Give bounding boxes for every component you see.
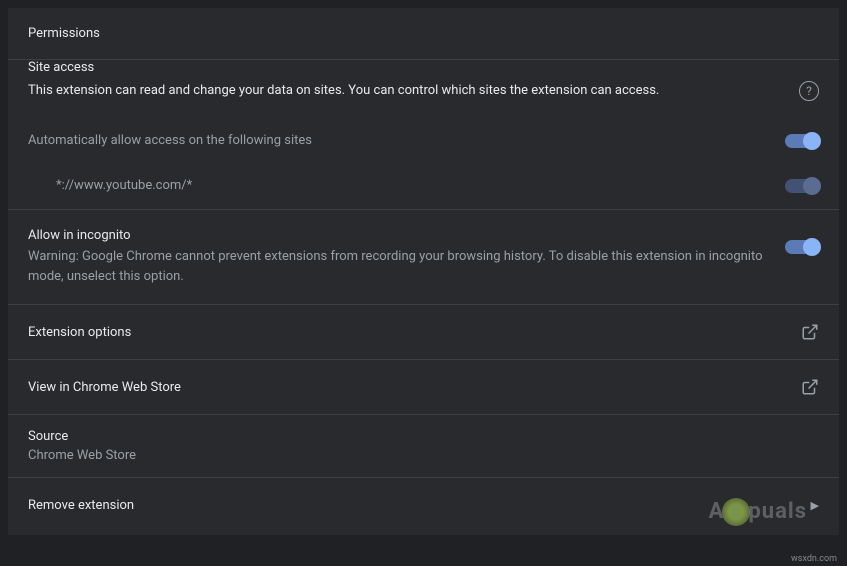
- incognito-toggle[interactable]: [785, 240, 819, 254]
- extension-options-row[interactable]: Extension options: [8, 305, 839, 360]
- site-pattern-toggle[interactable]: [785, 179, 819, 193]
- chevron-right-icon: ▶: [811, 499, 819, 512]
- extension-options-label: Extension options: [28, 325, 131, 340]
- site-access-description: This extension can read and change your …: [28, 81, 799, 101]
- webstore-label: View in Chrome Web Store: [28, 380, 181, 395]
- source-title: Source: [28, 429, 819, 444]
- remove-extension-label: Remove extension: [28, 498, 134, 513]
- site-pattern-text: *://www.youtube.com/*: [56, 178, 192, 193]
- auto-allow-toggle[interactable]: [785, 134, 819, 148]
- incognito-warning: Warning: Google Chrome cannot prevent ex…: [28, 247, 765, 286]
- open-external-icon: [801, 378, 819, 396]
- remove-extension-row[interactable]: Remove extension ▶: [8, 478, 839, 535]
- toggle-knob: [803, 177, 821, 195]
- attribution-text: wsxdn.com: [791, 554, 837, 564]
- open-external-icon: [801, 323, 819, 341]
- auto-allow-label: Automatically allow access on the follow…: [28, 133, 312, 148]
- help-icon[interactable]: ?: [799, 81, 819, 101]
- site-access-heading: Site access: [28, 60, 819, 75]
- webstore-row[interactable]: View in Chrome Web Store: [8, 360, 839, 415]
- site-pattern-row: *://www.youtube.com/*: [8, 164, 839, 209]
- toggle-knob: [803, 132, 821, 150]
- toggle-knob: [803, 238, 821, 256]
- permissions-heading: Permissions: [8, 8, 839, 59]
- auto-allow-row: Automatically allow access on the follow…: [8, 119, 839, 164]
- settings-panel: Permissions Site access This extension c…: [8, 8, 839, 535]
- source-value: Chrome Web Store: [28, 448, 819, 463]
- site-access-section: Site access This extension can read and …: [8, 60, 839, 210]
- incognito-title: Allow in incognito: [28, 228, 765, 243]
- incognito-section: Allow in incognito Warning: Google Chrom…: [8, 210, 839, 305]
- permissions-section: Permissions: [8, 8, 839, 60]
- source-section: Source Chrome Web Store: [8, 415, 839, 478]
